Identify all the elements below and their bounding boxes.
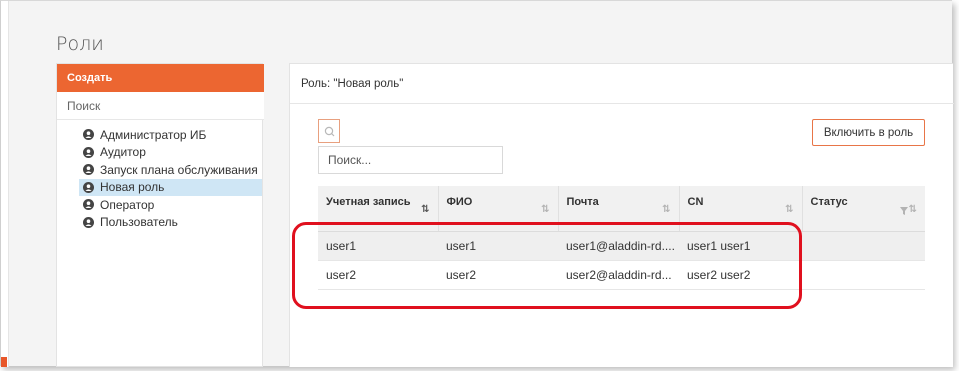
- users-search-input[interactable]: [318, 146, 503, 174]
- column-header[interactable]: Почта ⇅: [558, 186, 680, 232]
- search-button[interactable]: [318, 119, 340, 143]
- table-cell: user1: [438, 231, 558, 261]
- user-circle-icon: [83, 216, 94, 228]
- create-button[interactable]: Создать: [57, 64, 264, 92]
- column-header[interactable]: Статус ⇅: [802, 186, 925, 232]
- table-cell: user2@aladdin-rd...: [558, 260, 679, 290]
- sort-arrows-icon[interactable]: ⇅: [785, 204, 793, 215]
- role-header: Роль: "Новая роль": [290, 64, 954, 104]
- role-item[interactable]: Пользователь: [79, 214, 262, 232]
- column-header-label: Учетная запись: [326, 196, 411, 208]
- table-cell: [802, 260, 925, 290]
- users-table: Учетная запись ⇅ ФИО ⇅ Почта ⇅ CN ⇅ Статус ⇅ user…: [318, 186, 925, 290]
- app-window: Роли Создать Поиск Администратор ИБ Аудит…: [0, 0, 954, 367]
- role-item[interactable]: Администратор ИБ: [79, 126, 262, 144]
- user-circle-icon: [83, 199, 94, 211]
- table-cell: user2: [438, 260, 558, 290]
- role-item[interactable]: Оператор: [79, 196, 262, 214]
- table-cell: user2: [318, 260, 438, 290]
- sort-arrows-icon[interactable]: ⇅: [421, 204, 429, 215]
- role-label: Запуск плана обслуживания: [100, 162, 258, 177]
- role-label: Новая роль: [100, 180, 165, 195]
- user-circle-icon: [83, 181, 94, 193]
- roles-panel: Создать Поиск Администратор ИБ Аудитор Зап…: [56, 63, 264, 367]
- table-row[interactable]: user1 user1 user1@aladdin-rd.... user1 user…: [318, 231, 925, 261]
- table-header-row: Учетная запись ⇅ ФИО ⇅ Почта ⇅ CN ⇅ Статус ⇅: [318, 186, 925, 232]
- column-header-label: CN: [687, 196, 704, 208]
- user-circle-icon: [83, 164, 94, 176]
- column-header-label: ФИО: [446, 196, 473, 208]
- user-circle-icon: [83, 146, 94, 158]
- table-cell: user1: [318, 231, 438, 261]
- role-label: Оператор: [100, 197, 155, 212]
- sort-arrows-icon[interactable]: ⇅: [909, 204, 917, 215]
- roles-search[interactable]: Поиск: [57, 92, 264, 120]
- column-header[interactable]: ФИО ⇅: [438, 186, 559, 232]
- role-details-panel: Роль: "Новая роль" Включить в роль Учетн…: [289, 63, 954, 367]
- column-header[interactable]: CN ⇅: [679, 186, 803, 232]
- column-header-label: Статус: [810, 196, 848, 208]
- user-circle-icon: [83, 129, 94, 141]
- sort-arrows-icon[interactable]: ⇅: [662, 204, 670, 215]
- table-row[interactable]: user2 user2 user2@aladdin-rd... user2 user2: [318, 260, 925, 290]
- filter-icon[interactable]: [900, 206, 908, 218]
- accent-mark: [1, 357, 7, 367]
- table-cell: user1@aladdin-rd....: [558, 231, 679, 261]
- column-header-label: Почта: [566, 196, 599, 208]
- role-item[interactable]: Запуск плана обслуживания: [79, 161, 262, 179]
- role-label: Аудитор: [100, 145, 146, 160]
- role-label: Администратор ИБ: [100, 127, 207, 142]
- page-title: Роли: [56, 33, 104, 55]
- include-in-role-button[interactable]: Включить в роль: [812, 119, 925, 146]
- table-cell: [802, 231, 925, 261]
- left-edge-bar: [1, 1, 9, 367]
- role-item[interactable]: Новая роль: [79, 178, 262, 196]
- roles-list: Администратор ИБ Аудитор Запуск плана обсл…: [79, 126, 262, 231]
- column-header[interactable]: Учетная запись ⇅: [318, 186, 439, 232]
- role-item[interactable]: Аудитор: [79, 144, 262, 162]
- search-icon: [324, 126, 335, 137]
- sort-arrows-icon[interactable]: ⇅: [541, 204, 549, 215]
- table-cell: user1 user1: [679, 231, 802, 261]
- table-cell: user2 user2: [679, 260, 802, 290]
- role-label: Пользователь: [100, 215, 178, 230]
